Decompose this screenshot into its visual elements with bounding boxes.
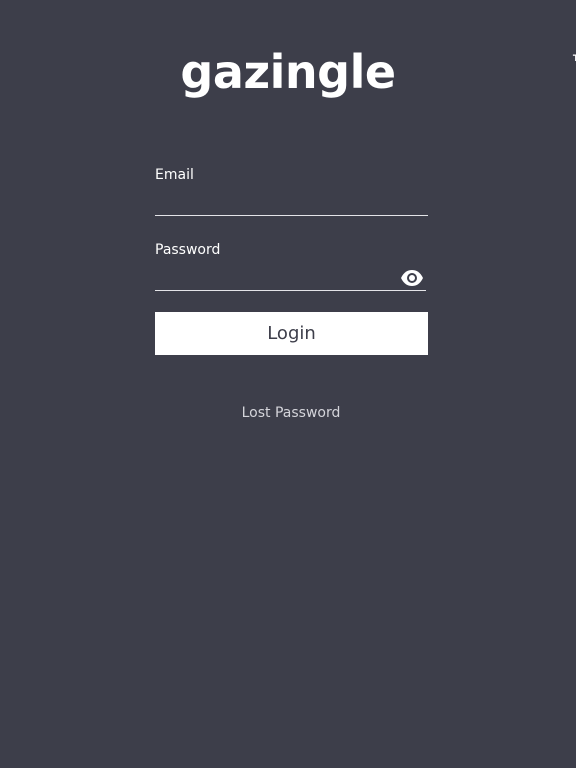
password-field-group: Password [155,241,428,291]
brand-name: gazingle [180,45,396,99]
password-input[interactable] [155,259,426,291]
lost-password-link[interactable]: Lost Password [0,404,576,422]
email-input[interactable] [155,184,428,216]
login-button[interactable]: Login [155,312,428,355]
email-label: Email [155,167,194,183]
email-field-group: Email [155,166,428,217]
login-form: Email Password Login [155,166,428,355]
brand-logo: gazingleTM [0,44,576,100]
password-label: Password [155,242,221,258]
eye-icon[interactable] [400,269,424,287]
